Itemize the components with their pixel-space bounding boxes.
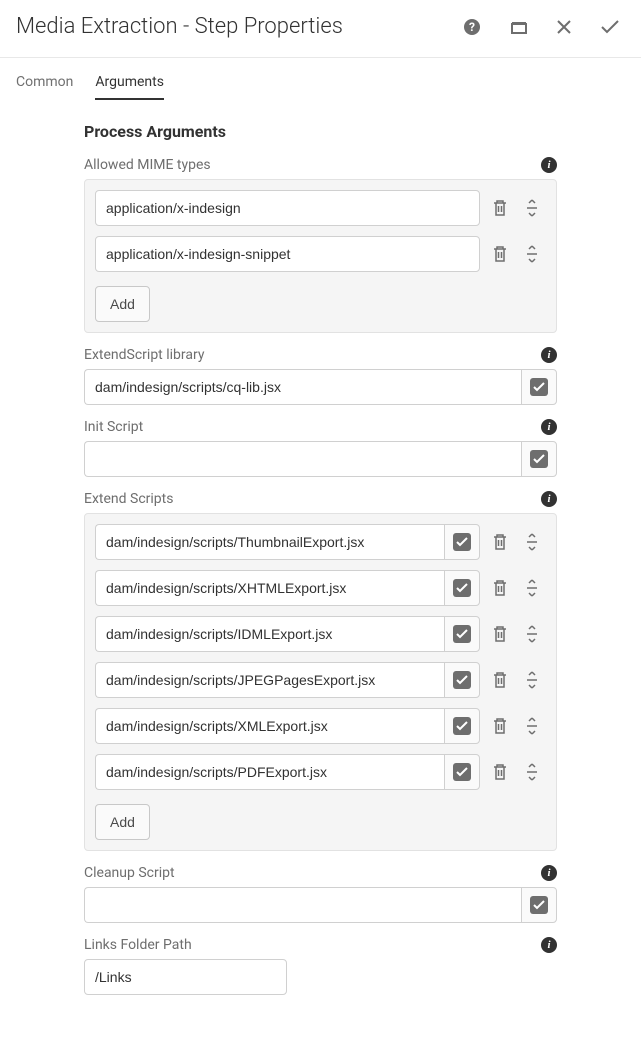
info-icon[interactable]: i xyxy=(541,419,557,435)
trash-icon[interactable] xyxy=(488,530,512,554)
tab-common[interactable]: Common xyxy=(16,64,73,100)
info-icon[interactable]: i xyxy=(541,937,557,953)
close-icon[interactable] xyxy=(557,20,571,34)
add-script-button[interactable]: Add xyxy=(95,804,150,840)
list-item xyxy=(95,190,546,226)
label-cleanup-script: Cleanup Script xyxy=(84,865,175,881)
mime-input[interactable] xyxy=(95,190,480,226)
init-script-input[interactable] xyxy=(84,441,521,477)
svg-text:?: ? xyxy=(469,20,475,34)
list-item xyxy=(95,708,546,744)
extendscript-library-input[interactable] xyxy=(84,369,521,405)
list-item xyxy=(95,662,546,698)
field-allowed-mime: Allowed MIME types i xyxy=(84,157,557,333)
info-icon[interactable]: i xyxy=(541,347,557,363)
picker-icon[interactable] xyxy=(521,441,557,477)
reorder-icon[interactable] xyxy=(520,196,544,220)
section-title: Process Arguments xyxy=(84,122,557,141)
picker-icon[interactable] xyxy=(444,708,480,744)
label-extendscript-library: ExtendScript library xyxy=(84,347,204,363)
list-item xyxy=(95,524,546,560)
script-input[interactable] xyxy=(95,662,444,698)
extend-scripts-list: Add xyxy=(84,513,557,851)
field-init-script: Init Script i xyxy=(84,419,557,477)
label-links-folder-path: Links Folder Path xyxy=(84,937,192,953)
picker-icon[interactable] xyxy=(444,754,480,790)
trash-icon[interactable] xyxy=(488,576,512,600)
content-area: Process Arguments Allowed MIME types i xyxy=(0,100,641,1039)
reorder-icon[interactable] xyxy=(520,668,544,692)
label-extend-scripts: Extend Scripts xyxy=(84,491,173,507)
picker-icon[interactable] xyxy=(521,369,557,405)
list-item xyxy=(95,616,546,652)
mime-input[interactable] xyxy=(95,236,480,272)
reorder-icon[interactable] xyxy=(520,242,544,266)
header-actions: ? xyxy=(463,18,625,36)
links-folder-path-input[interactable] xyxy=(84,959,287,995)
picker-icon[interactable] xyxy=(521,887,557,923)
field-links-folder-path: Links Folder Path i xyxy=(84,937,557,995)
dialog-title: Media Extraction - Step Properties xyxy=(16,14,343,39)
tab-bar: Common Arguments xyxy=(0,64,641,100)
picker-icon[interactable] xyxy=(444,524,480,560)
info-icon[interactable]: i xyxy=(541,157,557,173)
script-input[interactable] xyxy=(95,570,444,606)
info-icon[interactable]: i xyxy=(541,491,557,507)
reorder-icon[interactable] xyxy=(520,760,544,784)
confirm-icon[interactable] xyxy=(601,20,619,34)
label-init-script: Init Script xyxy=(84,419,143,435)
reorder-icon[interactable] xyxy=(520,714,544,738)
trash-icon[interactable] xyxy=(488,668,512,692)
list-item xyxy=(95,754,546,790)
script-input[interactable] xyxy=(95,708,444,744)
add-mime-button[interactable]: Add xyxy=(95,286,150,322)
trash-icon[interactable] xyxy=(488,760,512,784)
picker-icon[interactable] xyxy=(444,616,480,652)
help-icon[interactable]: ? xyxy=(463,18,481,36)
dialog-header: Media Extraction - Step Properties ? xyxy=(0,0,641,58)
field-extendscript-library: ExtendScript library i xyxy=(84,347,557,405)
label-allowed-mime: Allowed MIME types xyxy=(84,157,211,173)
info-icon[interactable]: i xyxy=(541,865,557,881)
reorder-icon[interactable] xyxy=(520,576,544,600)
trash-icon[interactable] xyxy=(488,242,512,266)
reorder-icon[interactable] xyxy=(520,530,544,554)
trash-icon[interactable] xyxy=(488,714,512,738)
script-input[interactable] xyxy=(95,616,444,652)
fullscreen-icon[interactable] xyxy=(511,19,527,35)
list-item xyxy=(95,570,546,606)
picker-icon[interactable] xyxy=(444,662,480,698)
allowed-mime-list: Add xyxy=(84,179,557,333)
script-input[interactable] xyxy=(95,524,444,560)
cleanup-script-input[interactable] xyxy=(84,887,521,923)
field-extend-scripts: Extend Scripts i xyxy=(84,491,557,851)
reorder-icon[interactable] xyxy=(520,622,544,646)
trash-icon[interactable] xyxy=(488,196,512,220)
picker-icon[interactable] xyxy=(444,570,480,606)
tab-arguments[interactable]: Arguments xyxy=(95,64,164,100)
script-input[interactable] xyxy=(95,754,444,790)
list-item xyxy=(95,236,546,272)
field-cleanup-script: Cleanup Script i xyxy=(84,865,557,923)
trash-icon[interactable] xyxy=(488,622,512,646)
